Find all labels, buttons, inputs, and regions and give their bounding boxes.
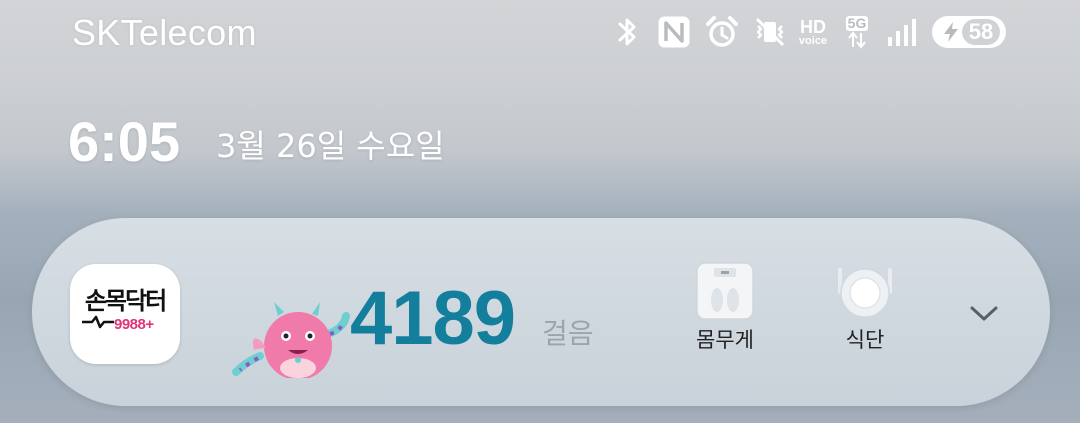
mascot-icon <box>232 302 350 378</box>
status-icons: HD voice 5G 58 <box>612 12 1008 52</box>
meal-label: 식단 <box>845 328 885 352</box>
meal-plate-icon <box>838 268 892 318</box>
app-logo-sub: 9988+ <box>114 316 154 333</box>
vibrate-icon <box>752 12 788 52</box>
scale-icon <box>696 262 754 320</box>
app-logo[interactable]: 손목닥터 9988+ <box>70 264 180 364</box>
nfc-icon <box>656 12 692 52</box>
hd-voice-icon: HD voice <box>794 12 832 52</box>
steps-count: 4189 <box>350 276 516 361</box>
steps-unit: 걸음 <box>542 317 594 350</box>
weight-label: 몸무게 <box>696 328 754 352</box>
logo-swoosh-icon <box>82 315 114 329</box>
health-widget[interactable]: 손목닥터 9988+ 4189 걸음 몸무게 식단 <box>32 218 1050 406</box>
app-logo-text: 손목닥터 <box>84 287 167 315</box>
meal-button[interactable]: 식단 <box>820 260 910 360</box>
network-type-label: 5G <box>845 14 869 31</box>
battery-indicator: 58 <box>932 16 1006 48</box>
hd-voice-label: voice <box>798 34 828 47</box>
carrier-name: SKTelecom <box>72 12 257 53</box>
chevron-down-icon[interactable] <box>966 298 1002 328</box>
bluetooth-icon <box>612 12 644 52</box>
lockscreen-time: 6:05 <box>68 110 181 173</box>
weight-button[interactable]: 몸무게 <box>680 260 770 360</box>
alarm-icon <box>704 12 740 52</box>
lockscreen-date: 3월 26일 수요일 <box>216 127 445 165</box>
battery-level: 58 <box>962 19 1000 45</box>
signal-icon <box>884 12 918 52</box>
5g-icon: 5G <box>840 12 874 52</box>
charging-bolt-icon <box>944 22 958 42</box>
hd-label: HD <box>800 16 826 37</box>
